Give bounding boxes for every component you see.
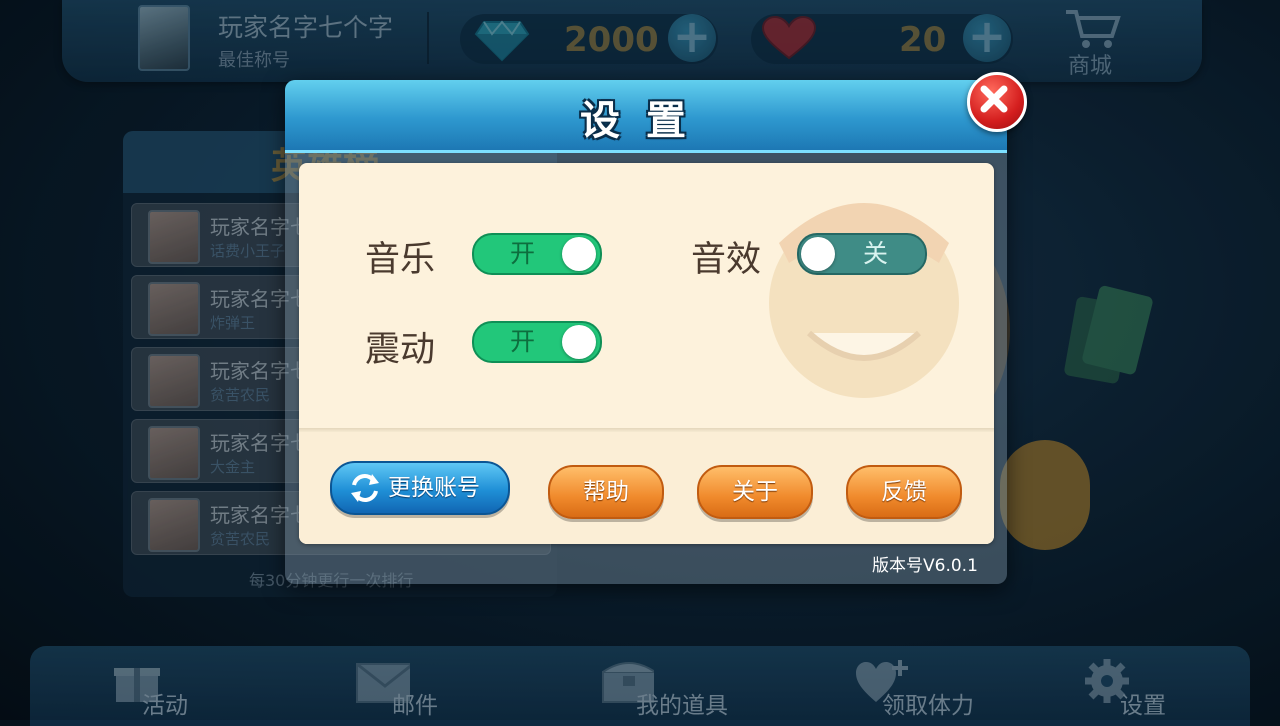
- close-icon: [980, 85, 1008, 113]
- vibration-toggle[interactable]: 开: [472, 321, 602, 363]
- version-number: 版本号V6.0.1: [872, 556, 978, 576]
- feedback-button[interactable]: 反馈: [846, 465, 962, 519]
- toggle-knob: [801, 237, 835, 271]
- toggle-knob: [562, 237, 596, 271]
- toggle-knob: [562, 325, 596, 359]
- about-label: 关于: [732, 479, 778, 505]
- vibration-label: 震动: [365, 330, 436, 370]
- sound-fx-toggle[interactable]: 关: [797, 233, 927, 275]
- about-button[interactable]: 关于: [697, 465, 813, 519]
- settings-panel: 音乐 开 音效 关 震动 开 更换账号 帮助 关于 反馈: [299, 163, 994, 544]
- help-button[interactable]: 帮助: [548, 465, 664, 519]
- refresh-icon: [351, 474, 379, 502]
- music-toggle[interactable]: 开: [472, 233, 602, 275]
- character-watermark: [769, 203, 959, 398]
- music-label: 音乐: [365, 240, 436, 280]
- vibration-toggle-state: 开: [510, 327, 536, 356]
- close-button[interactable]: [967, 72, 1027, 132]
- sound-fx-label: 音效: [691, 240, 762, 280]
- switch-account-button[interactable]: 更换账号: [330, 461, 510, 515]
- switch-account-label: 更换账号: [388, 475, 480, 501]
- help-label: 帮助: [583, 479, 629, 505]
- feedback-label: 反馈: [881, 479, 927, 505]
- settings-dialog-title: 设置: [580, 98, 712, 144]
- music-toggle-state: 开: [510, 239, 536, 268]
- sound-fx-toggle-state: 关: [863, 239, 889, 268]
- settings-dialog-header: 设置: [285, 80, 1007, 153]
